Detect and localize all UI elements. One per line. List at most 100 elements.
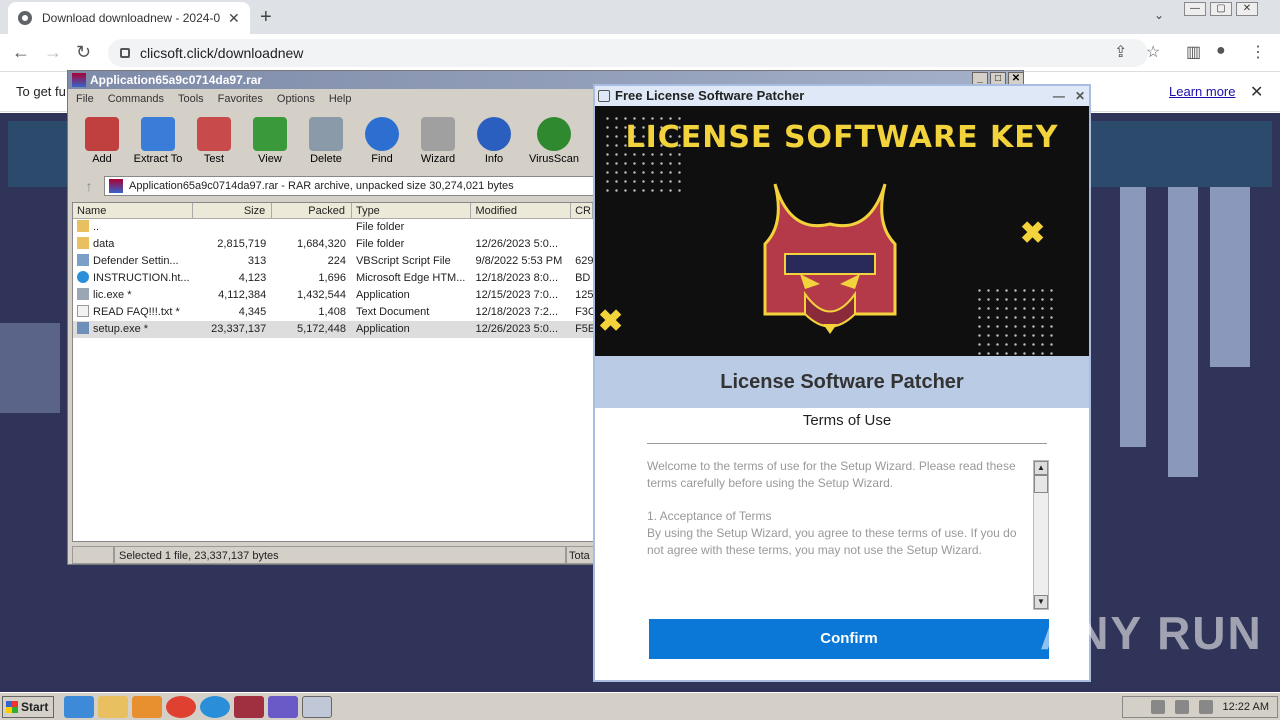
close-info-bar-icon[interactable]: ✕: [1250, 82, 1263, 102]
archive-path-field[interactable]: Application65a9c0714da97.rar - RAR archi…: [104, 176, 594, 196]
forward-arrow-icon[interactable]: →: [44, 42, 62, 63]
file-modified: 12/18/2023 7:2...: [475, 306, 559, 318]
up-arrow-icon[interactable]: ↑: [74, 178, 104, 194]
column-size[interactable]: Size: [193, 203, 273, 218]
browser-tab[interactable]: Download downloadnew - 2024-01- ✕: [8, 2, 250, 34]
info-button[interactable]: Info: [466, 113, 522, 169]
file-modified: [471, 219, 571, 236]
side-panel-icon[interactable]: ▥: [1186, 42, 1201, 62]
file-crc: [571, 219, 593, 236]
winrar-toolbar: Add Extract To Test View Delete Find Wiz…: [74, 113, 586, 169]
terms-text-area[interactable]: Welcome to the terms of use for the Setu…: [647, 458, 1031, 608]
drive-key-icon[interactable]: [72, 546, 114, 564]
sparkle-icon: ✖: [1020, 217, 1046, 250]
column-packed[interactable]: Packed: [272, 203, 352, 218]
close-tab-icon[interactable]: ✕: [228, 10, 240, 27]
file-type: Application: [355, 323, 410, 335]
menu-favorites[interactable]: Favorites: [218, 93, 263, 105]
column-modified[interactable]: Modified: [471, 203, 572, 218]
add-button[interactable]: Add: [74, 113, 130, 169]
edge-icon[interactable]: [200, 696, 230, 718]
script-file-icon: [77, 254, 89, 266]
virusscan-button[interactable]: VirusScan: [522, 113, 586, 169]
explorer-folder-icon[interactable]: [98, 696, 128, 718]
wizard-button[interactable]: Wizard: [410, 113, 466, 169]
vpn-icon[interactable]: [268, 696, 298, 718]
media-player-icon[interactable]: [132, 696, 162, 718]
table-row[interactable]: data 2,815,719 1,684,320 File folder 12/…: [73, 236, 593, 253]
file-list[interactable]: Name Size Packed Type Modified CR .. Fil…: [72, 202, 594, 542]
view-button[interactable]: View: [242, 113, 298, 169]
application-icon: [77, 288, 89, 300]
chrome-icon[interactable]: [166, 696, 196, 718]
delete-button[interactable]: Delete: [298, 113, 354, 169]
tool-label: View: [258, 153, 282, 165]
sparkle-icon: ✖: [598, 305, 624, 338]
menu-commands[interactable]: Commands: [108, 93, 164, 105]
column-crc[interactable]: CR: [571, 203, 593, 218]
start-button[interactable]: Start: [2, 696, 54, 718]
learn-more-link[interactable]: Learn more: [1169, 84, 1235, 99]
path-bar: ↑ Application65a9c0714da97.rar - RAR arc…: [74, 175, 594, 197]
share-icon[interactable]: ⇪: [1114, 42, 1127, 62]
winrar-taskbar-icon[interactable]: [234, 696, 264, 718]
info-icon: [477, 117, 511, 151]
edge-browser-icon: [77, 271, 89, 283]
close-window-button[interactable]: ✕: [1236, 2, 1258, 16]
file-crc: F3C: [575, 306, 593, 318]
reload-icon[interactable]: ↻: [76, 42, 91, 63]
terms-scrollbar[interactable]: ▲ ▼: [1033, 460, 1049, 610]
table-row[interactable]: .. File folder: [73, 219, 593, 236]
url-text: clicsoft.click/downloadnew: [140, 45, 304, 61]
table-row[interactable]: INSTRUCTION.ht... 4,123 1,696 Microsoft …: [73, 270, 593, 287]
confirm-button[interactable]: Confirm: [649, 619, 1049, 659]
close-button[interactable]: ✕: [1075, 89, 1085, 103]
ie-icon[interactable]: [64, 696, 94, 718]
scroll-thumb[interactable]: [1034, 475, 1048, 493]
bug-icon: [537, 117, 571, 151]
tool-label: Delete: [310, 153, 342, 165]
file-packed: 1,684,320: [297, 238, 346, 250]
restore-button[interactable]: ▢: [1210, 2, 1232, 16]
file-type: VBScript Script File: [355, 255, 451, 267]
patcher-taskbar-icon[interactable]: [302, 696, 332, 718]
file-name: READ FAQ!!!.txt *: [93, 306, 180, 318]
file-size: 313: [247, 255, 267, 267]
tab-strip: Download downloadnew - 2024-01- ✕ + ⌄ — …: [0, 0, 1280, 34]
tab-search-chevron-icon[interactable]: ⌄: [1154, 8, 1164, 22]
file-packed: 1,408: [318, 306, 346, 318]
column-name[interactable]: Name: [73, 203, 193, 218]
test-button[interactable]: Test: [186, 113, 242, 169]
file-packed: 5,172,448: [297, 323, 346, 335]
new-tab-button[interactable]: +: [260, 6, 272, 29]
table-row[interactable]: Defender Settin... 313 224 VBScript Scri…: [73, 253, 593, 270]
extract-to-button[interactable]: Extract To: [130, 113, 186, 169]
table-row[interactable]: READ FAQ!!!.txt * 4,345 1,408 Text Docum…: [73, 304, 593, 321]
flag-icon[interactable]: [1198, 700, 1213, 714]
menu-options[interactable]: Options: [277, 93, 315, 105]
terms-paragraph: Welcome to the terms of use for the Setu…: [647, 459, 1016, 490]
back-arrow-icon[interactable]: ←: [12, 42, 30, 63]
profile-avatar-icon[interactable]: ●: [1216, 42, 1226, 60]
find-button[interactable]: Find: [354, 113, 410, 169]
application-icon: [77, 322, 89, 334]
menu-help[interactable]: Help: [329, 93, 352, 105]
minimize-button[interactable]: —: [1053, 89, 1065, 103]
menu-file[interactable]: File: [76, 93, 94, 105]
file-size: [193, 219, 273, 236]
menu-tools[interactable]: Tools: [178, 93, 204, 105]
quick-launch: [64, 696, 336, 718]
scroll-up-arrow-icon[interactable]: ▲: [1034, 461, 1048, 475]
bookmark-star-icon[interactable]: ☆: [1146, 42, 1160, 62]
network-icon[interactable]: [1174, 700, 1189, 714]
column-type[interactable]: Type: [352, 203, 472, 218]
table-row[interactable]: lic.exe * 4,112,384 1,432,544 Applicatio…: [73, 287, 593, 304]
address-bar[interactable]: clicsoft.click/downloadnew: [108, 39, 1148, 67]
clock[interactable]: 12:22 AM: [1223, 701, 1269, 713]
winrar-icon: [72, 73, 86, 87]
kebab-menu-icon[interactable]: ⋮: [1250, 42, 1266, 62]
decor-tower: [1210, 187, 1250, 367]
minimize-button[interactable]: —: [1184, 2, 1206, 16]
table-row-selected[interactable]: setup.exe * 23,337,137 5,172,448 Applica…: [73, 321, 593, 338]
volume-icon[interactable]: [1150, 700, 1165, 714]
